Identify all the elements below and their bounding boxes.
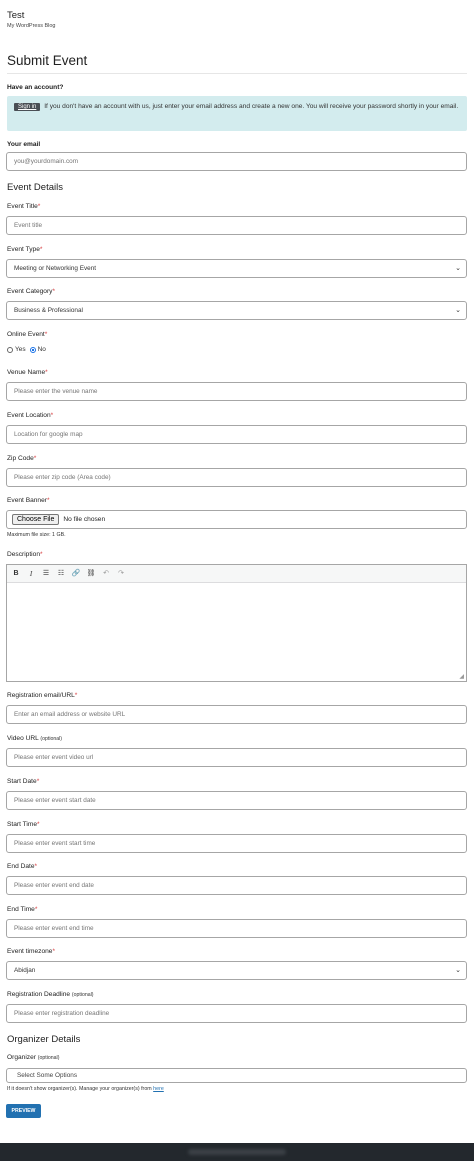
online-event-options: Yes No	[7, 346, 46, 353]
site-footer	[0, 1143, 474, 1161]
end-time-label: End Time*	[7, 906, 38, 913]
editor-toolbar: B I ☰ ☷ 🔗 ⛓ ↶ ↷	[7, 565, 466, 583]
organizer-note: If it doesn't show organizer(s). Manage …	[7, 1086, 164, 1092]
event-category-value: Business & Professional	[14, 307, 83, 314]
event-category-label: Event Category*	[7, 288, 56, 295]
event-type-value: Meeting or Networking Event	[14, 265, 97, 272]
event-location-input[interactable]: Location for google map	[6, 425, 467, 444]
description-label: Description*	[7, 551, 43, 558]
site-title[interactable]: Test	[7, 10, 24, 21]
end-date-label: End Date*	[7, 863, 38, 870]
site-tagline: My WordPress Blog	[7, 23, 56, 29]
event-title-label: Event Title*	[7, 203, 41, 210]
bold-icon[interactable]: B	[11, 569, 21, 579]
event-type-label: Event Type*	[7, 246, 43, 253]
choose-file-button[interactable]: Choose File	[12, 514, 60, 525]
title-divider	[7, 73, 467, 74]
sign-in-button[interactable]: Sign in	[14, 103, 41, 111]
event-category-select[interactable]: Business & Professional ⌄	[6, 301, 467, 320]
account-notice-text: If you don't have an account with us, ju…	[44, 103, 459, 110]
chevron-down-icon: ⌄	[455, 265, 461, 272]
online-no-radio[interactable]	[29, 346, 36, 353]
event-type-select[interactable]: Meeting or Networking Event ⌄	[6, 259, 467, 278]
timezone-label: Event timezone*	[7, 948, 56, 955]
zip-code-label: Zip Code*	[7, 455, 37, 462]
timezone-value: Abidjan	[14, 967, 36, 974]
start-date-input[interactable]: Please enter event start date	[6, 791, 467, 810]
email-label: Your email	[7, 141, 41, 148]
end-date-input[interactable]: Please enter event end date	[6, 876, 467, 895]
start-time-input[interactable]: Please enter event start time	[6, 834, 467, 853]
description-editor: B I ☰ ☷ 🔗 ⛓ ↶ ↷ ◢	[6, 564, 467, 682]
preview-button[interactable]: PREVIEW	[6, 1104, 41, 1118]
redo-icon[interactable]: ↷	[116, 569, 126, 579]
end-time-input[interactable]: Please enter event end time	[6, 919, 467, 938]
event-details-heading: Event Details	[7, 182, 63, 193]
video-url-input[interactable]: Please enter event video url	[6, 748, 467, 767]
account-heading: Have an account?	[7, 84, 64, 91]
description-textarea[interactable]	[7, 583, 466, 681]
registration-input[interactable]: Enter an email address or website URL	[6, 705, 467, 724]
organizer-manage-link[interactable]: here	[153, 1086, 164, 1092]
footer-credit	[188, 1149, 286, 1155]
organizer-select[interactable]: Select Some Options	[6, 1068, 467, 1083]
max-file-size-note: Maximum file size: 1 GB.	[7, 532, 66, 538]
online-yes-radio[interactable]	[7, 346, 13, 353]
start-date-label: Start Date*	[7, 778, 40, 785]
deadline-label: Registration Deadline (optional)	[7, 991, 94, 998]
event-location-label: Event Location*	[7, 412, 54, 419]
online-yes-label: Yes	[15, 346, 26, 353]
resize-handle-icon[interactable]: ◢	[459, 673, 464, 680]
online-no-label: No	[37, 346, 46, 353]
italic-icon[interactable]: I	[26, 569, 36, 579]
event-title-input[interactable]: Event title	[6, 216, 467, 235]
start-time-label: Start Time*	[7, 821, 40, 828]
venue-name-input[interactable]: Please enter the venue name	[6, 382, 467, 401]
chevron-down-icon: ⌄	[455, 967, 461, 974]
organizer-label: Organizer (optional)	[7, 1054, 60, 1061]
numbered-list-icon[interactable]: ☷	[56, 569, 66, 579]
bullet-list-icon[interactable]: ☰	[41, 569, 51, 579]
deadline-input[interactable]: Please enter registration deadline	[6, 1004, 467, 1023]
file-status: No file chosen	[63, 516, 106, 523]
undo-icon[interactable]: ↶	[101, 569, 111, 579]
link-icon[interactable]: 🔗	[71, 569, 81, 579]
unlink-icon[interactable]: ⛓	[86, 569, 96, 579]
event-banner-label: Event Banner*	[7, 497, 50, 504]
page-title: Submit Event	[7, 53, 88, 68]
organizer-heading: Organizer Details	[7, 1034, 81, 1045]
event-banner-file-input[interactable]: Choose File No file chosen	[6, 510, 467, 529]
online-event-label: Online Event*	[7, 331, 48, 338]
timezone-select[interactable]: Abidjan ⌄	[6, 961, 467, 980]
registration-label: Registration email/URL*	[7, 692, 78, 699]
zip-code-input[interactable]: Please enter zip code (Area code)	[6, 468, 467, 487]
venue-name-label: Venue Name*	[7, 369, 48, 376]
chevron-down-icon: ⌄	[455, 307, 461, 314]
email-field[interactable]: you@yourdomain.com	[6, 152, 467, 171]
account-notice: Sign in If you don't have an account wit…	[7, 96, 467, 131]
video-url-label: Video URL (optional)	[7, 735, 63, 742]
